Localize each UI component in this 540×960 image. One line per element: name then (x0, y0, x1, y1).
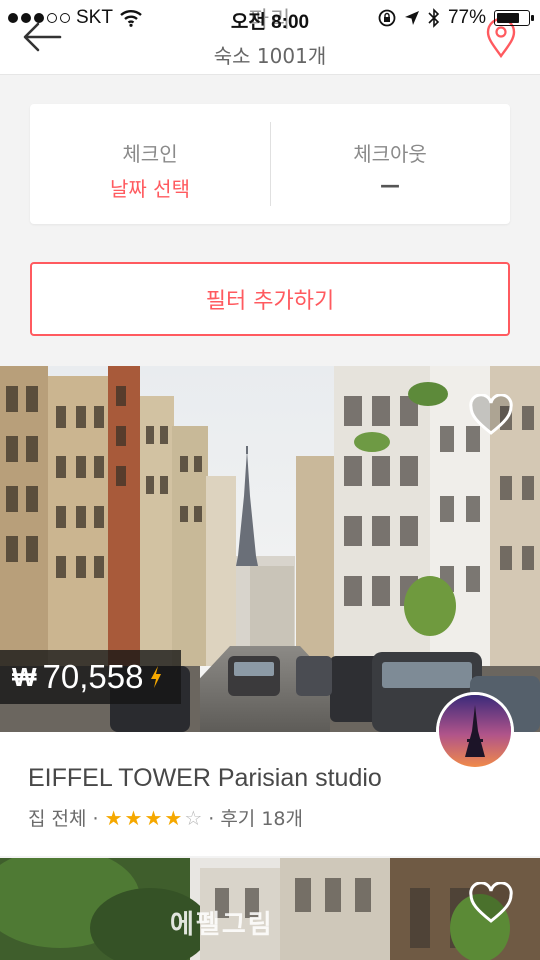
checkout-value: — (380, 173, 400, 197)
status-right: 77% (378, 7, 534, 29)
checkin-label: 체크인 (122, 142, 178, 166)
instant-book-bolt-icon (151, 666, 162, 688)
price-tag: ₩ 70,558 (0, 650, 182, 704)
listing-count: 숙소 1001개 (213, 44, 327, 68)
photo-watermark: 에펠그림 (170, 910, 274, 940)
currency-symbol: ₩ (12, 661, 37, 692)
host-avatar-image (439, 695, 511, 767)
review-count: · 후기 18개 (208, 808, 303, 830)
add-filter-button[interactable]: 필터 추가하기 (30, 262, 510, 336)
listing-photo[interactable]: ₩ 70,558 (0, 366, 540, 732)
room-type: 집 전체 · (28, 808, 99, 830)
host-avatar[interactable] (436, 692, 514, 770)
heart-icon-2[interactable] (468, 882, 514, 924)
star-filled-icon: ★ (124, 805, 143, 830)
star-empty-icon: ☆ (184, 805, 203, 830)
checkin-selector[interactable]: 체크인 날짜 선택 (30, 104, 270, 224)
heart-icon[interactable] (468, 394, 514, 436)
status-bar: SKT 오전 8:00 77% (0, 0, 540, 36)
star-filled-icon: ★ (144, 805, 163, 830)
date-picker-card: 체크인 날짜 선택 체크아웃 — (30, 104, 510, 224)
listing-card[interactable]: ₩ 70,558 EIFFEL TOWER Parisian studio 집 … (0, 366, 540, 856)
bluetooth-icon (428, 8, 440, 28)
orientation-lock-icon (378, 9, 396, 27)
checkout-selector[interactable]: 체크아웃 — (270, 104, 510, 224)
battery-icon (494, 10, 534, 26)
price-value: 70,558 (42, 658, 144, 695)
star-rating: ★ ★ ★ ★ ☆ (105, 808, 203, 828)
star-filled-icon: ★ (164, 805, 183, 830)
location-arrow-icon (404, 11, 419, 25)
checkin-value: 날짜 선택 (110, 177, 190, 201)
listing-title[interactable]: EIFFEL TOWER Parisian studio (28, 764, 382, 793)
star-filled-icon: ★ (104, 805, 123, 830)
listing-meta: 집 전체 · ★ ★ ★ ★ ☆ · 후기 18개 (28, 804, 303, 831)
checkout-label: 체크아웃 (353, 142, 427, 166)
battery-percent: 77% (447, 7, 486, 28)
